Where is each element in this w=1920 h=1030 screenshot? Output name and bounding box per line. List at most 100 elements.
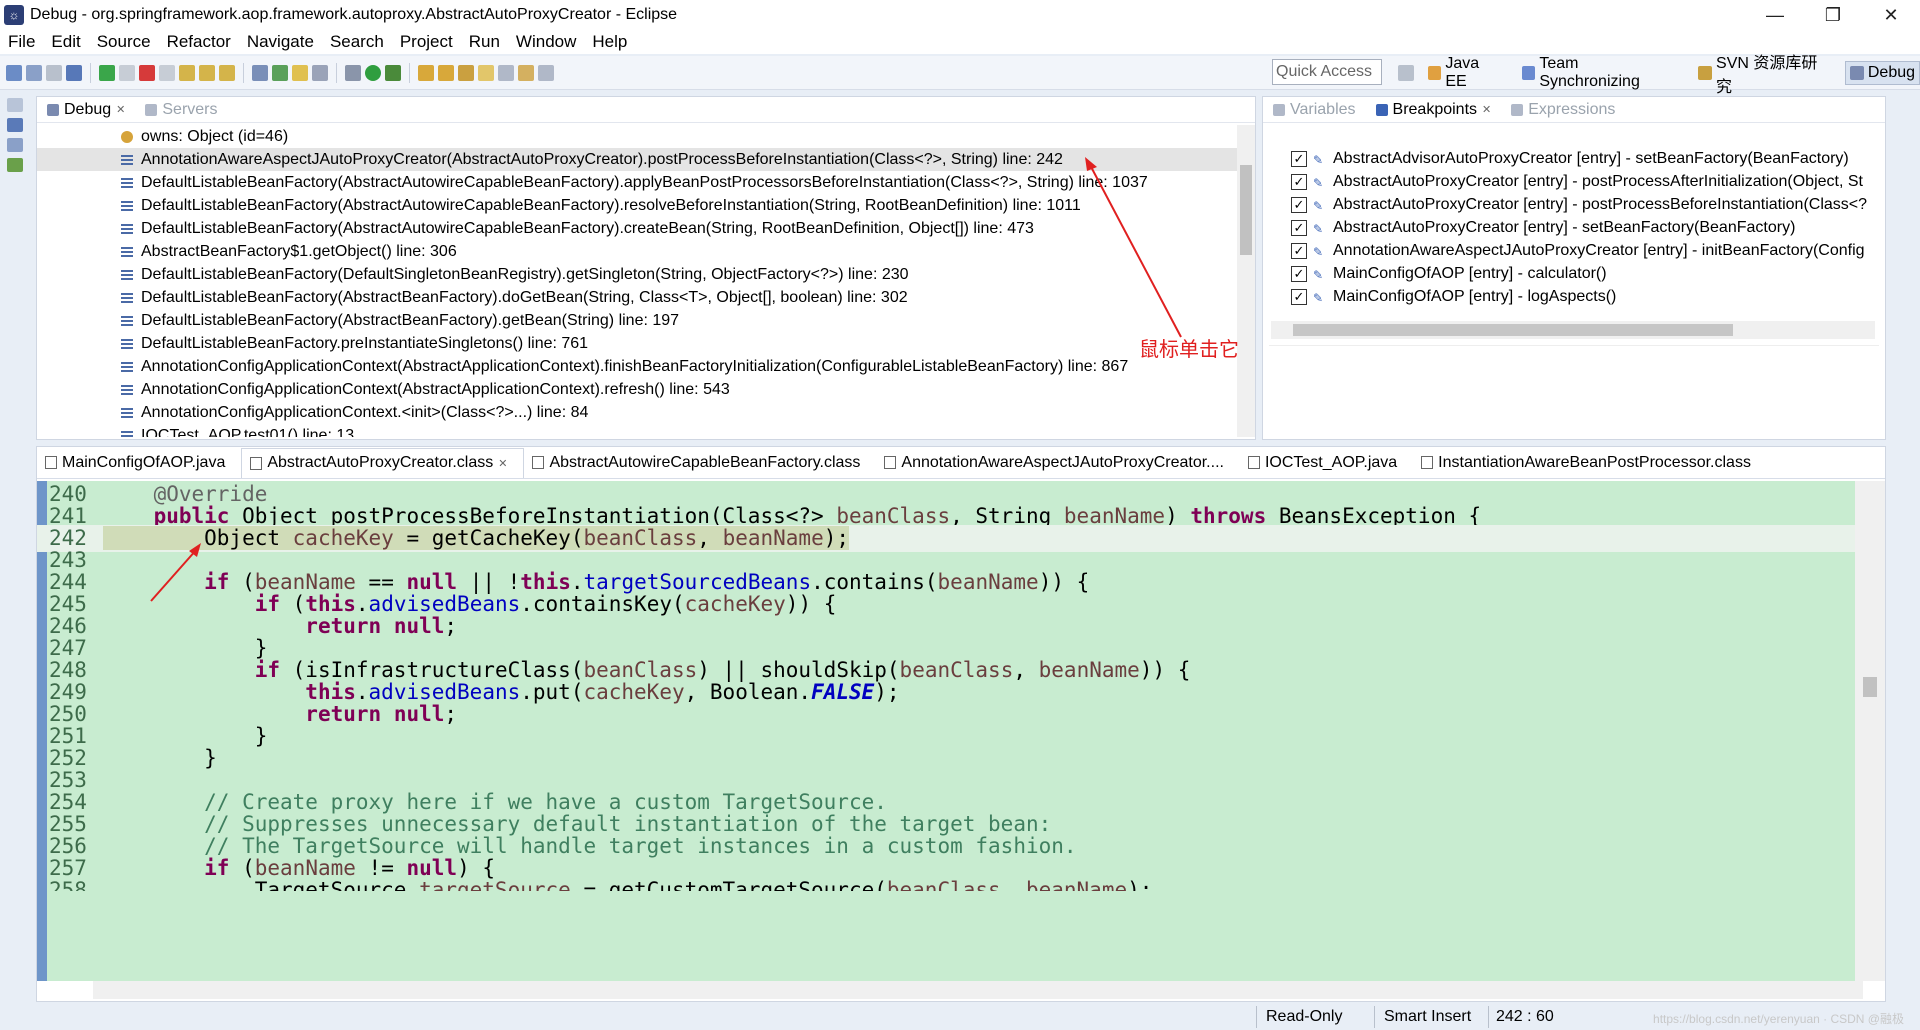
debug-run-icon[interactable] xyxy=(385,64,401,81)
menu-help[interactable]: Help xyxy=(584,32,635,52)
open-perspective-icon[interactable] xyxy=(1398,65,1414,81)
tab-expressions[interactable]: Expressions xyxy=(1501,97,1625,123)
use-step-filters-icon[interactable] xyxy=(252,64,268,81)
close-button[interactable]: ✕ xyxy=(1862,0,1920,30)
quick-access-input[interactable]: Quick Access xyxy=(1272,59,1382,85)
list-item[interactable]: DefaultListableBeanFactory(AbstractBeanF… xyxy=(37,286,1237,309)
tab-abstractautowirecapablebeanfactory[interactable]: AbstractAutowireCapableBeanFactory.class xyxy=(524,448,876,478)
tab-mainconfigofaop[interactable]: MainConfigOfAOP.java xyxy=(37,448,241,478)
console-icon[interactable] xyxy=(7,158,23,172)
list-item[interactable]: ✓ ✎ AbstractAutoProxyCreator [entry] - pos… xyxy=(1263,170,1883,193)
perspective-debug[interactable]: Debug xyxy=(1844,61,1920,85)
menu-refactor[interactable]: Refactor xyxy=(159,32,239,52)
menu-run[interactable]: Run xyxy=(461,32,508,52)
editor-vertical-scrollbar[interactable] xyxy=(1855,481,1885,981)
tab-servers[interactable]: Servers xyxy=(135,97,227,123)
list-item[interactable]: ✓ ✎ AbstractAutoProxyCreator [entry] - pos… xyxy=(1263,193,1883,216)
list-item[interactable]: ✓ ✎ AbstractAdvisorAutoProxyCreator [entry… xyxy=(1263,147,1883,170)
menu-window[interactable]: Window xyxy=(508,32,584,52)
checkbox-checked[interactable]: ✓ xyxy=(1291,288,1307,305)
close-icon[interactable]: ✕ xyxy=(498,457,507,470)
checkbox-checked[interactable]: ✓ xyxy=(1291,173,1307,190)
close-icon[interactable]: ✕ xyxy=(116,103,125,116)
menu-navigate[interactable]: Navigate xyxy=(239,32,322,52)
menu-search[interactable]: Search xyxy=(322,32,392,52)
next-annotation-icon[interactable] xyxy=(498,64,514,81)
terminate-icon[interactable] xyxy=(139,64,155,81)
back-icon[interactable] xyxy=(518,64,534,81)
tab-abstractautoproxycreator[interactable]: AbstractAutoProxyCreator.class ✕ xyxy=(241,447,525,478)
outline-icon[interactable] xyxy=(7,138,23,152)
scrollbar-thumb[interactable] xyxy=(1863,677,1877,697)
list-item[interactable]: AbstractBeanFactory$1.getObject() line: … xyxy=(37,240,1237,263)
checkbox-checked[interactable]: ✓ xyxy=(1291,196,1307,213)
pencil-icon[interactable] xyxy=(458,64,474,81)
run-icon[interactable] xyxy=(365,64,381,81)
disconnect-icon[interactable] xyxy=(159,64,175,81)
list-item[interactable]: ✓ ✎ MainConfigOfAOP [entry] - calculator() xyxy=(1263,262,1883,285)
new-icon[interactable] xyxy=(6,64,22,81)
list-item-selected[interactable]: AnnotationAwareAspectJAutoProxyCreator(A… xyxy=(37,148,1237,171)
menu-edit[interactable]: Edit xyxy=(43,32,88,52)
list-item[interactable]: ✓ ✎ AbstractAutoProxyCreator [entry] - set… xyxy=(1263,216,1883,239)
tab-instantiationawarebeanpostprocessor[interactable]: InstantiationAwareBeanPostProcessor.clas… xyxy=(1413,448,1767,478)
forward-icon[interactable] xyxy=(538,64,554,81)
list-item[interactable]: AnnotationConfigApplicationContext(Abstr… xyxy=(37,378,1237,401)
toggle-icon[interactable] xyxy=(312,64,328,81)
method-breakpoint-icon: ✎ xyxy=(1313,175,1324,190)
perspective-java-ee[interactable]: Java EE xyxy=(1424,53,1508,93)
menu-project[interactable]: Project xyxy=(392,32,461,52)
list-item[interactable]: DefaultListableBeanFactory(AbstractAutow… xyxy=(37,171,1237,194)
list-item[interactable]: owns: Object (id=46) xyxy=(37,125,1237,148)
close-icon[interactable]: ✕ xyxy=(1482,103,1491,116)
list-item[interactable]: ✓ ✎ AnnotationAwareAspectJAutoProxyCreator… xyxy=(1263,239,1883,262)
list-item[interactable]: DefaultListableBeanFactory(AbstractBeanF… xyxy=(37,309,1237,332)
suspend-icon[interactable] xyxy=(119,64,135,81)
maximize-button[interactable]: ❐ xyxy=(1804,0,1862,30)
breakpoint-icon[interactable] xyxy=(272,64,288,81)
save-all-icon[interactable] xyxy=(46,64,62,81)
save-icon[interactable] xyxy=(26,64,42,81)
list-item[interactable]: ✓ ✎ MainConfigOfAOP [entry] - logAspects() xyxy=(1263,285,1883,308)
checkbox-checked[interactable]: ✓ xyxy=(1291,150,1307,167)
list-item[interactable]: AnnotationConfigApplicationContext.<init… xyxy=(37,401,1237,424)
checkbox-checked[interactable]: ✓ xyxy=(1291,242,1307,259)
step-over-icon[interactable] xyxy=(199,64,215,81)
scrollbar-thumb[interactable] xyxy=(1240,165,1252,255)
menu-file[interactable]: File xyxy=(0,32,43,52)
perspective-svn[interactable]: SVN 资源库研究 xyxy=(1694,47,1835,99)
perspective-team-sync[interactable]: Team Synchronizing xyxy=(1518,53,1685,93)
restore-icon[interactable] xyxy=(7,98,23,112)
list-item[interactable]: DefaultListableBeanFactory(AbstractAutow… xyxy=(37,194,1237,217)
breakpoints-horizontal-scrollbar[interactable] xyxy=(1271,321,1875,339)
editor-horizontal-scrollbar[interactable] xyxy=(93,981,1863,999)
step-into-icon[interactable] xyxy=(179,64,195,81)
list-item[interactable]: DefaultListableBeanFactory(AbstractAutow… xyxy=(37,217,1237,240)
settings-icon[interactable] xyxy=(345,64,361,81)
step-return-icon[interactable] xyxy=(219,64,235,81)
print-icon[interactable] xyxy=(66,64,82,81)
list-item[interactable]: DefaultListableBeanFactory(DefaultSingle… xyxy=(37,263,1237,286)
open-type-icon[interactable] xyxy=(418,64,434,81)
tab-debug[interactable]: Debug ✕ xyxy=(37,97,135,123)
scrollbar-thumb[interactable] xyxy=(1293,324,1733,336)
debug-vertical-scrollbar[interactable] xyxy=(1237,125,1255,437)
code-editor[interactable]: 240 @Override 241 public Object postProc… xyxy=(37,481,1857,981)
tab-ioctest-aop[interactable]: IOCTest_AOP.java xyxy=(1240,448,1413,478)
minimize-button[interactable]: — xyxy=(1746,0,1804,30)
project-explorer-icon[interactable] xyxy=(7,118,23,132)
tab-annotationawareaspectj[interactable]: AnnotationAwareAspectJAutoProxyCreator..… xyxy=(876,448,1240,478)
tab-breakpoints[interactable]: Breakpoints ✕ xyxy=(1366,97,1502,123)
tab-variables[interactable]: Variables xyxy=(1263,97,1366,123)
list-item[interactable]: IOCTest_AOP.test01() line: 13 xyxy=(37,424,1237,437)
open-folder-icon[interactable] xyxy=(438,64,454,81)
annotation-icon[interactable] xyxy=(478,64,494,81)
list-item[interactable]: AnnotationConfigApplicationContext(Abstr… xyxy=(37,355,1237,378)
resume-icon[interactable] xyxy=(99,64,115,81)
menu-source[interactable]: Source xyxy=(89,32,159,52)
highlight-icon[interactable] xyxy=(292,64,308,81)
breakpoint-detail-pane[interactable] xyxy=(1269,345,1879,435)
checkbox-checked[interactable]: ✓ xyxy=(1291,219,1307,236)
checkbox-checked[interactable]: ✓ xyxy=(1291,265,1307,282)
list-item[interactable]: DefaultListableBeanFactory.preInstantiat… xyxy=(37,332,1237,355)
